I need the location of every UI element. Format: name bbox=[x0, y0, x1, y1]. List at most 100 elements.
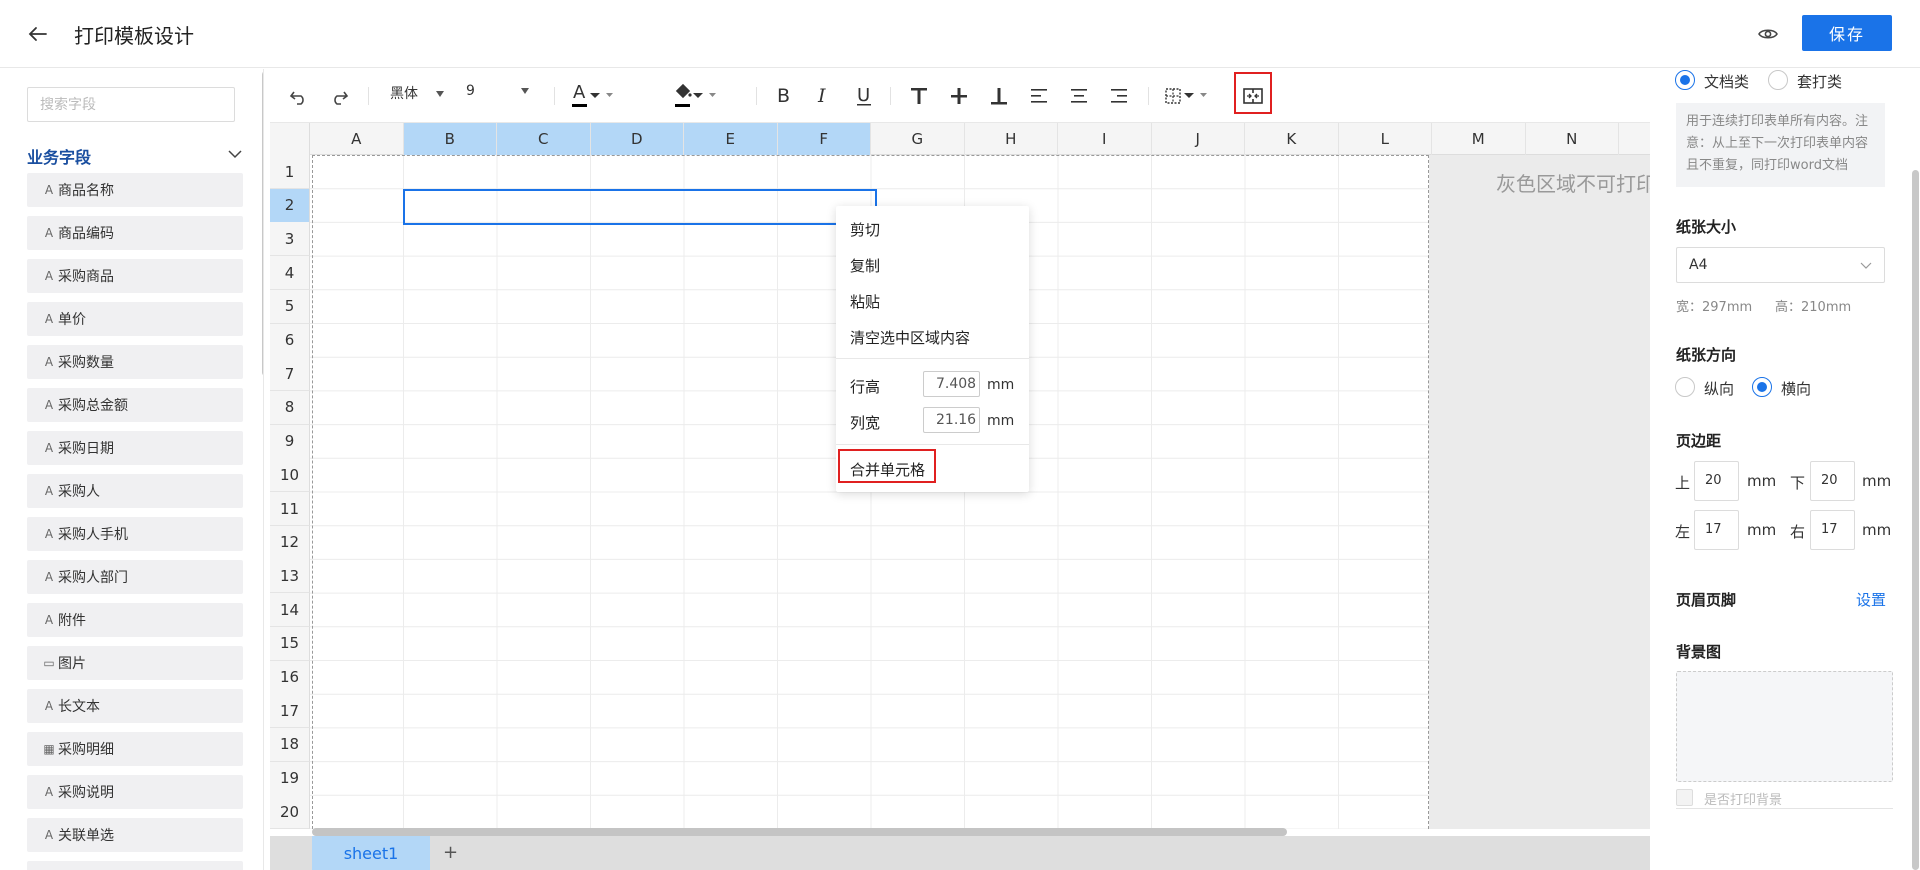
business-fields-group-title[interactable]: 业务字段 bbox=[27, 144, 91, 168]
background-upload-area[interactable] bbox=[1676, 671, 1893, 782]
menu-item-cut[interactable]: 剪切 bbox=[850, 219, 880, 240]
border-icon[interactable] bbox=[1162, 79, 1218, 113]
fill-color-icon[interactable] bbox=[673, 79, 723, 113]
row-header[interactable]: 17 bbox=[270, 694, 310, 729]
field-search-input[interactable] bbox=[27, 87, 235, 122]
underline-icon[interactable]: U bbox=[854, 79, 874, 113]
column-header[interactable]: C bbox=[497, 123, 591, 155]
align-top-icon[interactable] bbox=[908, 79, 930, 113]
font-family-select[interactable]: 黑体 bbox=[390, 83, 445, 103]
row-header[interactable]: 2 bbox=[270, 188, 310, 223]
font-size-select[interactable]: 9 bbox=[466, 83, 530, 99]
margin-bottom-input[interactable]: 20 bbox=[1810, 461, 1855, 501]
menu-item-paste[interactable]: 粘贴 bbox=[850, 291, 880, 312]
back-arrow-icon[interactable] bbox=[24, 20, 52, 48]
row-header[interactable]: 1 bbox=[270, 155, 310, 189]
field-item[interactable]: A 采购说明 bbox=[27, 775, 243, 809]
chevron-down-icon[interactable] bbox=[228, 149, 242, 159]
bold-icon[interactable]: B bbox=[774, 79, 794, 113]
field-item[interactable]: A 采购商品 bbox=[27, 259, 243, 293]
column-header[interactable]: J bbox=[1152, 123, 1245, 155]
align-left-icon[interactable] bbox=[1028, 79, 1050, 113]
col-width-input[interactable] bbox=[923, 407, 980, 433]
save-button[interactable]: 保存 bbox=[1802, 15, 1892, 51]
column-header[interactable]: B bbox=[403, 123, 497, 155]
redo-icon[interactable] bbox=[328, 79, 350, 113]
column-header[interactable]: A bbox=[310, 123, 404, 155]
row-header[interactable]: 6 bbox=[270, 323, 310, 358]
sheet-tab[interactable]: sheet1 bbox=[312, 836, 430, 870]
row-header[interactable]: 11 bbox=[270, 492, 310, 526]
field-item[interactable]: ▭ 图片 bbox=[27, 646, 243, 680]
field-item[interactable]: A 采购人部门 bbox=[27, 560, 243, 594]
row-header[interactable]: 15 bbox=[270, 626, 310, 661]
row-header[interactable]: 20 bbox=[270, 795, 310, 830]
margin-left-input[interactable]: 17 bbox=[1694, 510, 1739, 550]
align-right-icon[interactable] bbox=[1108, 79, 1130, 113]
field-item[interactable]: A 关联单选 bbox=[27, 818, 243, 852]
row-header[interactable]: 9 bbox=[270, 424, 310, 459]
column-header[interactable]: F bbox=[777, 123, 871, 155]
column-header[interactable]: H bbox=[965, 123, 1058, 155]
margin-top-input[interactable]: 20 bbox=[1694, 461, 1739, 501]
align-center-icon[interactable] bbox=[1068, 79, 1090, 113]
chevron-down-icon[interactable] bbox=[1860, 262, 1872, 270]
column-header[interactable]: L bbox=[1339, 123, 1432, 155]
radio-landscape[interactable] bbox=[1752, 377, 1772, 397]
margin-right-input[interactable]: 17 bbox=[1810, 510, 1855, 550]
row-header[interactable]: 4 bbox=[270, 256, 310, 291]
radio-portrait[interactable] bbox=[1675, 377, 1695, 397]
field-item[interactable]: A 单价 bbox=[27, 302, 243, 336]
row-header[interactable]: 5 bbox=[270, 289, 310, 324]
row-header[interactable]: 12 bbox=[270, 525, 310, 560]
column-header[interactable]: I bbox=[1058, 123, 1152, 155]
sheet-corner[interactable] bbox=[270, 123, 310, 155]
preview-eye-icon[interactable] bbox=[1756, 22, 1780, 46]
row-header[interactable]: 8 bbox=[270, 390, 310, 425]
column-header[interactable]: D bbox=[590, 123, 684, 155]
undo-icon[interactable] bbox=[288, 79, 310, 113]
align-bottom-icon[interactable] bbox=[988, 79, 1010, 113]
row-header[interactable]: 16 bbox=[270, 660, 310, 695]
font-color-icon[interactable]: A bbox=[570, 79, 620, 113]
column-header[interactable]: N bbox=[1526, 123, 1619, 155]
row-header[interactable]: 7 bbox=[270, 357, 310, 392]
horizontal-scrollbar[interactable] bbox=[312, 828, 1287, 836]
sidebar-scrollbar[interactable] bbox=[262, 71, 263, 376]
field-item[interactable]: ▦ 采购明细 bbox=[27, 732, 243, 766]
field-item-label: 附件 bbox=[58, 613, 86, 629]
field-item[interactable]: A 长文本 bbox=[27, 689, 243, 723]
add-sheet-button[interactable]: + bbox=[443, 842, 458, 863]
row-header[interactable]: 14 bbox=[270, 593, 310, 628]
column-header[interactable]: K bbox=[1245, 123, 1339, 155]
radio-doc-type[interactable] bbox=[1675, 70, 1695, 90]
field-item[interactable]: A 附件 bbox=[27, 603, 243, 637]
panel-scrollbar[interactable] bbox=[1912, 170, 1919, 870]
field-item[interactable]: A 采购人 bbox=[27, 474, 243, 508]
field-item[interactable]: A 采购总金额 bbox=[27, 388, 243, 422]
row-header[interactable]: 10 bbox=[270, 458, 310, 493]
header-footer-settings-link[interactable]: 设置 bbox=[1856, 589, 1886, 610]
field-item[interactable]: A关联多选 bbox=[27, 861, 243, 870]
align-middle-icon[interactable] bbox=[948, 79, 970, 113]
row-header[interactable]: 19 bbox=[270, 761, 310, 796]
column-header[interactable]: E bbox=[684, 123, 778, 155]
italic-icon[interactable]: I bbox=[814, 79, 834, 113]
menu-item-clear[interactable]: 清空选中区域内容 bbox=[850, 327, 970, 348]
field-item[interactable]: A 采购日期 bbox=[27, 431, 243, 465]
menu-item-copy[interactable]: 复制 bbox=[850, 255, 880, 276]
field-item[interactable]: A 商品名称 bbox=[27, 173, 243, 207]
field-item[interactable]: A 采购人手机 bbox=[27, 517, 243, 551]
field-item[interactable]: A 采购数量 bbox=[27, 345, 243, 379]
row-header[interactable]: 18 bbox=[270, 727, 310, 762]
row-header[interactable]: 13 bbox=[270, 559, 310, 594]
column-header[interactable]: G bbox=[871, 123, 965, 155]
radio-set-type[interactable] bbox=[1768, 70, 1788, 90]
column-header[interactable]: M bbox=[1432, 123, 1526, 155]
selected-range[interactable] bbox=[403, 189, 877, 225]
row-height-input[interactable] bbox=[923, 371, 980, 397]
row-header[interactable]: 3 bbox=[270, 222, 310, 257]
paper-size-select[interactable]: A4 bbox=[1676, 247, 1885, 283]
print-background-checkbox[interactable] bbox=[1676, 789, 1693, 806]
field-item[interactable]: A 商品编码 bbox=[27, 216, 243, 250]
